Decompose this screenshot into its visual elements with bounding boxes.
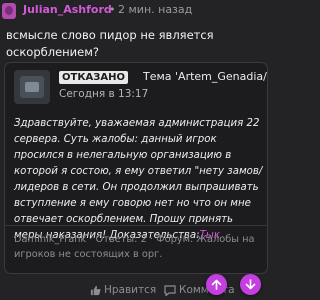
post-text: всмысле слово пидор не является оскорбле… — [6, 28, 214, 59]
thumbs-up-icon[interactable] — [90, 285, 101, 296]
status-badge: ОТКАЗАНО — [59, 71, 128, 84]
like-button[interactable]: Нравится — [104, 284, 156, 296]
arrow-up-icon — [211, 279, 222, 290]
quoted-thread-card[interactable]: ОТКАЗАНО Тема 'Artem_Genadia/... Сегодня… — [4, 62, 268, 274]
post-time: 2 мин. назад — [118, 3, 193, 16]
separator: • — [109, 3, 116, 16]
arrow-down-icon — [245, 279, 256, 290]
avatar[interactable] — [2, 3, 16, 19]
scroll-down-button[interactable] — [240, 274, 261, 295]
thread-date: Сегодня в 13:17 — [59, 88, 149, 100]
post-header: Julian_Ashford • 2 мин. назад — [0, 0, 272, 22]
thread-body-text: Здравствуйте, уважаемая администрация 22… — [14, 118, 263, 241]
post-actions: Нравится Комментарии — [0, 280, 272, 300]
thread-meta: Daminik_Frank · Ответы: 2 · Форум: Жалоб… — [14, 234, 255, 260]
author-username[interactable]: Julian_Ashford — [23, 3, 112, 16]
post-page: Julian_Ashford • 2 мин. назад всмысле сл… — [0, 0, 272, 300]
comment-icon[interactable] — [164, 285, 176, 296]
divider — [5, 225, 267, 226]
scroll-up-button[interactable] — [206, 274, 227, 295]
thread-title[interactable]: Тема 'Artem_Genadia/... — [143, 70, 267, 83]
thread-image — [14, 70, 50, 104]
